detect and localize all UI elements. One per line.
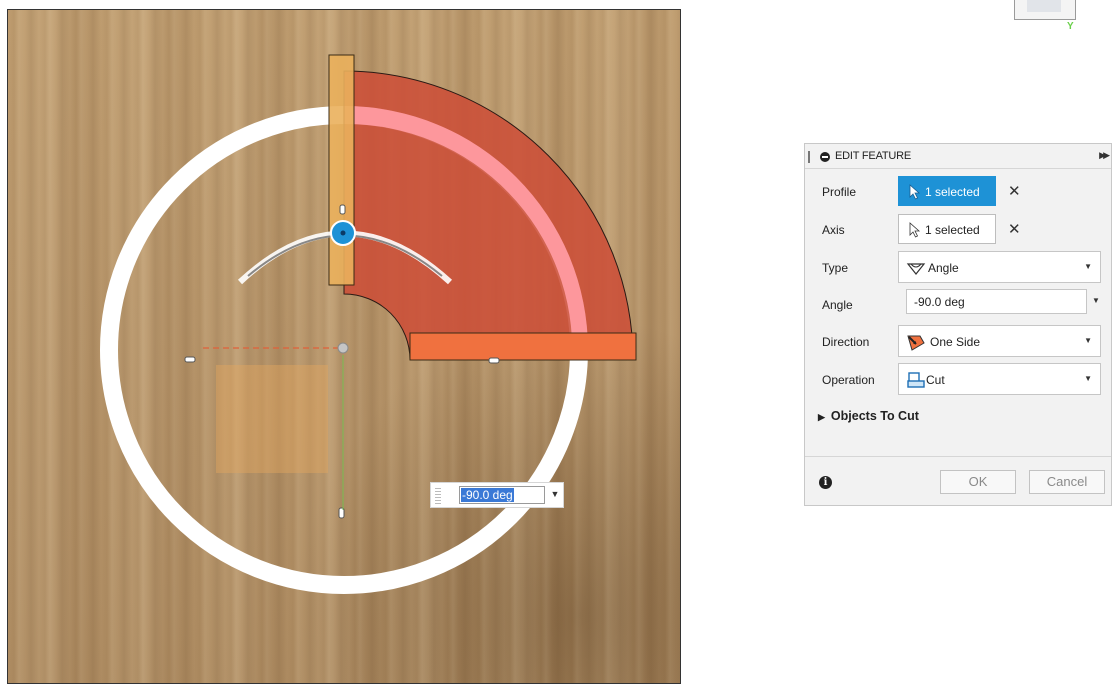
direction-label: Direction <box>822 335 870 349</box>
selected-profile-bar[interactable] <box>409 332 637 361</box>
panel-header[interactable]: EDIT FEATURE ▶▶ <box>805 144 1111 169</box>
expand-icon[interactable]: ▶▶ <box>1099 150 1110 161</box>
drag-grip-icon[interactable] <box>435 488 441 504</box>
objects-to-cut-section[interactable]: ▶ Objects To Cut <box>818 409 919 423</box>
edit-feature-panel: EDIT FEATURE ▶▶ Profile 1 selected ✕ Axi… <box>804 143 1112 506</box>
angle-value-text: -90.0 deg <box>461 488 514 502</box>
axis-clear-icon[interactable]: ✕ <box>1008 220 1021 238</box>
type-label: Type <box>822 261 849 275</box>
type-dropdown[interactable]: Angle ▼ <box>898 251 1101 283</box>
info-icon[interactable]: i <box>819 476 832 489</box>
direction-value: One Side <box>930 335 981 349</box>
chevron-down-icon: ▼ <box>1084 262 1092 271</box>
view-cube-face[interactable] <box>1027 0 1061 12</box>
angle-value-input[interactable]: -90.0 deg ▼ <box>430 482 564 508</box>
cursor-arrow-icon <box>909 184 921 200</box>
ghost-profile <box>216 365 328 473</box>
handle-left[interactable] <box>184 356 196 363</box>
type-value: Angle <box>928 261 959 275</box>
one-side-direction-icon <box>907 335 925 351</box>
angle-label: Angle <box>822 298 853 312</box>
view-cube[interactable] <box>1014 0 1076 20</box>
cut-operation-icon <box>907 372 925 388</box>
axis-select-button[interactable]: 1 selected <box>898 214 996 244</box>
chevron-down-icon: ▼ <box>1084 336 1092 345</box>
panel-footer-divider <box>805 456 1111 457</box>
axis-label: Axis <box>822 223 845 237</box>
drag-handle-icon[interactable] <box>808 151 810 163</box>
handle-top[interactable] <box>339 204 346 215</box>
handle-right[interactable] <box>488 357 500 364</box>
panel-title: EDIT FEATURE <box>835 150 912 162</box>
angle-value-field[interactable]: -90.0 deg <box>459 486 545 504</box>
expand-triangle-icon: ▶ <box>818 412 825 422</box>
chevron-down-icon[interactable]: ▼ <box>1092 296 1100 305</box>
angle-input-value: -90.0 deg <box>914 295 965 309</box>
canvas-viewport[interactable]: -90.0 deg ▼ <box>7 9 681 684</box>
profile-clear-icon[interactable]: ✕ <box>1008 182 1021 200</box>
direction-dropdown[interactable]: One Side ▼ <box>898 325 1101 357</box>
cancel-button[interactable]: Cancel <box>1029 470 1105 494</box>
profile-label: Profile <box>822 185 857 199</box>
model-scene[interactable] <box>8 10 681 684</box>
ok-button[interactable]: OK <box>940 470 1016 494</box>
axis-y-label: Y <box>1067 21 1074 32</box>
operation-label: Operation <box>822 373 875 387</box>
cursor-arrow-icon <box>909 222 921 238</box>
axis-profile-bar[interactable] <box>328 54 355 286</box>
axis-pivot[interactable] <box>337 342 349 354</box>
chevron-down-icon[interactable]: ▼ <box>549 489 561 501</box>
angle-input[interactable]: -90.0 deg <box>906 289 1087 314</box>
profile-value: 1 selected <box>925 185 980 199</box>
angle-type-icon <box>906 263 926 275</box>
axis-value: 1 selected <box>925 223 980 237</box>
objects-to-cut-label: Objects To Cut <box>830 409 919 423</box>
profile-select-button[interactable]: 1 selected <box>898 176 996 206</box>
collapse-icon[interactable] <box>820 152 830 162</box>
operation-value: Cut <box>926 373 945 387</box>
chevron-down-icon: ▼ <box>1084 374 1092 383</box>
operation-dropdown[interactable]: Cut ▼ <box>898 363 1101 395</box>
